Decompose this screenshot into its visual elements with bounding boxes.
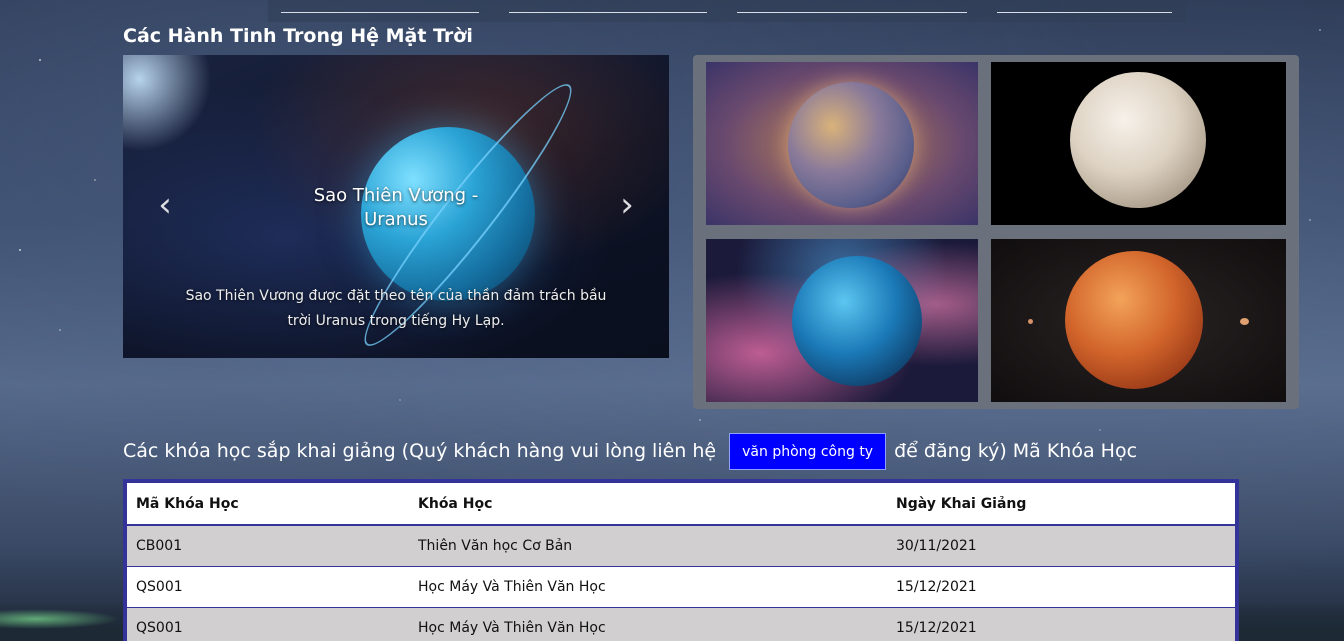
mars-image[interactable] bbox=[991, 239, 1286, 402]
chevron-left-icon[interactable]: ‹ bbox=[150, 188, 180, 222]
course-name-cell: Thiên Văn học Cơ Bản bbox=[409, 525, 887, 566]
top-navbar bbox=[268, 0, 1186, 22]
planet-gallery bbox=[693, 55, 1299, 409]
table-row: CB001 Thiên Văn học Cơ Bản 30/11/2021 bbox=[127, 525, 1235, 566]
slide-caption: Sao Thiên Vương được đặt theo tên của th… bbox=[185, 288, 607, 329]
courses-heading: Các khóa học sắp khai giảng (Quý khách h… bbox=[123, 432, 1137, 470]
course-name-cell: Học Máy Và Thiên Văn Học bbox=[409, 606, 887, 641]
contact-office-button[interactable]: văn phòng công ty bbox=[729, 432, 887, 470]
slide-title: Sao Thiên Vương - Uranus bbox=[313, 185, 479, 230]
column-header-code: Mã Khóa Học bbox=[127, 483, 409, 526]
start-date-cell: 30/11/2021 bbox=[887, 525, 1235, 566]
mercury-image[interactable] bbox=[706, 62, 978, 225]
course-code-cell: CB001 bbox=[127, 525, 409, 566]
courses-heading-suffix: để đăng ký) Mã Khóa Học bbox=[894, 440, 1138, 462]
chevron-right-icon[interactable]: › bbox=[612, 188, 642, 222]
table-row: QS001 Học Máy Và Thiên Văn Học 15/12/202… bbox=[127, 565, 1235, 607]
nav-item-underline[interactable] bbox=[509, 12, 707, 13]
column-header-start-date: Ngày Khai Giảng bbox=[887, 483, 1235, 526]
table-header-row: Mã Khóa Học Khóa Học Ngày Khai Giảng bbox=[127, 483, 1235, 526]
planet-carousel[interactable]: ‹ › Sao Thiên Vương - Uranus Sao Thiên V… bbox=[123, 55, 669, 358]
courses-heading-text: Các khóa học sắp khai giảng (Quý khách h… bbox=[123, 440, 717, 462]
nav-item-underline[interactable] bbox=[737, 12, 967, 13]
start-date-cell: 15/12/2021 bbox=[887, 565, 1235, 607]
nav-item-underline[interactable] bbox=[281, 12, 479, 13]
table-row: QS001 Học Máy Và Thiên Văn Học 15/12/202… bbox=[127, 606, 1235, 641]
planets-section-title: Các Hành Tinh Trong Hệ Mặt Trời bbox=[123, 25, 473, 47]
venus-image[interactable] bbox=[991, 62, 1286, 225]
horizon-glow bbox=[0, 609, 120, 629]
course-code-cell: QS001 bbox=[127, 606, 409, 641]
nav-item-underline[interactable] bbox=[997, 12, 1172, 13]
neptune-image[interactable] bbox=[706, 239, 978, 402]
course-name-cell: Học Máy Và Thiên Văn Học bbox=[409, 565, 887, 607]
course-code-cell: QS001 bbox=[127, 565, 409, 607]
courses-table: Mã Khóa Học Khóa Học Ngày Khai Giảng CB0… bbox=[123, 479, 1239, 641]
start-date-cell: 15/12/2021 bbox=[887, 606, 1235, 641]
column-header-course: Khóa Học bbox=[409, 483, 887, 526]
